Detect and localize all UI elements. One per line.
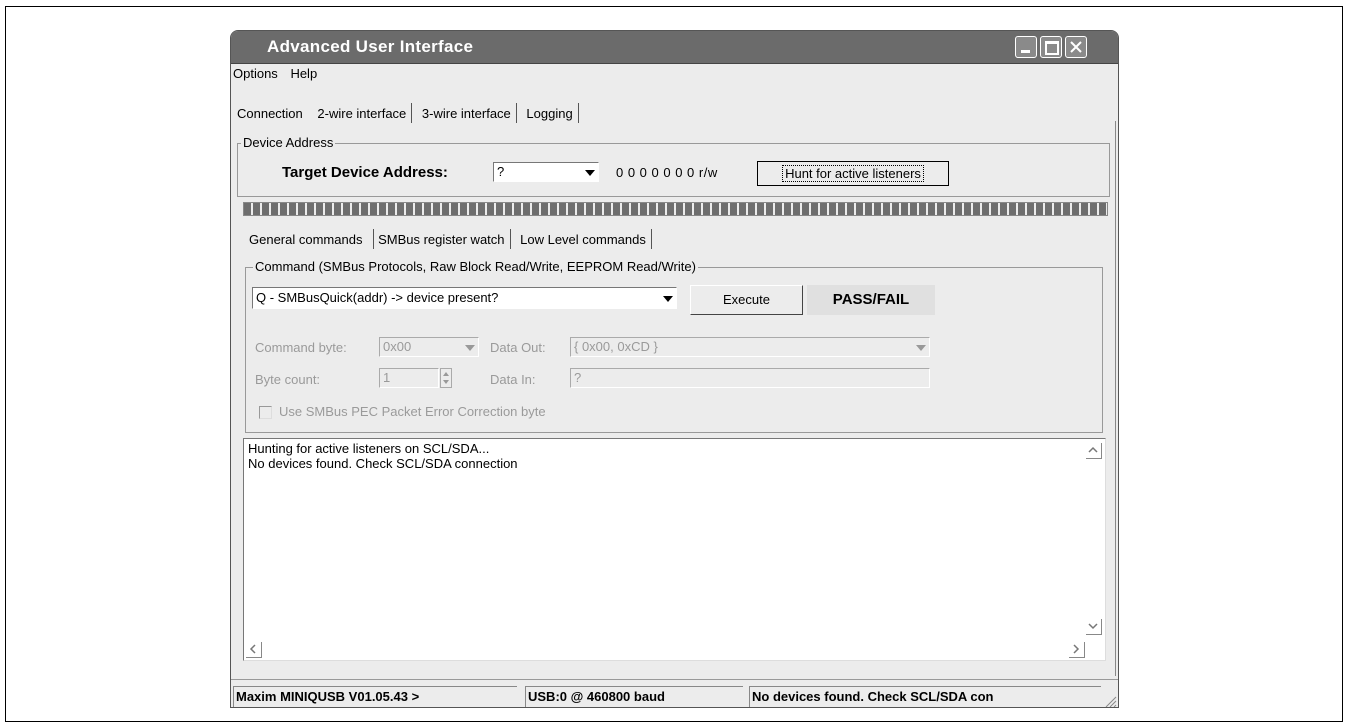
scroll-up-button[interactable] [1086,443,1102,459]
chevron-up-icon [1088,446,1098,453]
target-address-label: Target Device Address: [282,164,448,181]
data-in-value: ? [574,370,582,385]
command-select[interactable]: Q - SMBusQuick(addr) -> device present? [252,287,677,309]
hunt-listeners-button[interactable]: Hunt for active listeners [757,161,949,186]
data-out-value: { 0x00, 0xCD } [574,339,658,354]
data-in-label: Data In: [490,372,536,387]
top-tab-strip: Connection 2-wire interface 3-wire inter… [233,103,581,127]
data-out-label: Data Out: [490,340,546,355]
target-address-select[interactable]: ? [493,162,599,182]
log-output[interactable]: Hunting for active listeners on SCL/SDA.… [243,438,1106,661]
address-bits: 0 0 0 0 0 0 0 r/w [616,165,718,180]
menu-options[interactable]: Options [233,66,278,81]
window-title: Advanced User Interface [267,37,474,56]
execute-button[interactable]: Execute [690,285,803,315]
status-message: No devices found. Check SCL/SDA con [749,686,1101,707]
chevron-left-icon [249,644,256,654]
tab-logging[interactable]: Logging [522,103,579,123]
byte-count-value: 1 [383,370,391,385]
byte-count-label: Byte count: [255,372,321,387]
data-in-field[interactable]: ? [570,368,930,388]
tab-page-edge [1115,121,1116,676]
chevron-right-icon [1073,644,1080,654]
target-address-value: ? [497,164,505,179]
command-byte-select[interactable]: 0x00 [379,337,479,357]
tab-low-level-commands[interactable]: Low Level commands [516,229,652,249]
chevron-down-icon [582,164,596,180]
chevron-down-icon [1088,623,1098,630]
pec-label: Use SMBus PEC Packet Error Correction by… [279,404,546,419]
scroll-left-button[interactable] [246,642,262,658]
activity-progress-bar [243,202,1108,216]
command-select-value: Q - SMBusQuick(addr) -> device present? [256,290,499,305]
tab-connection[interactable]: Connection [233,103,308,123]
data-out-select[interactable]: { 0x00, 0xCD } [570,337,930,357]
title-bar: Advanced User Interface [231,31,1118,64]
tab-general-commands[interactable]: General commands [245,229,367,249]
command-byte-label: Command byte: [255,340,347,355]
minimize-button[interactable] [1015,36,1037,58]
chevron-down-icon [913,339,927,355]
tab-3-wire-interface[interactable]: 3-wire interface [418,103,517,123]
chevron-down-icon [462,339,476,355]
log-line: No devices found. Check SCL/SDA connecti… [248,456,518,471]
scroll-right-button[interactable] [1069,642,1085,658]
hunt-listeners-label: Hunt for active listeners [782,165,924,182]
close-button[interactable] [1065,36,1087,58]
chevron-down-icon [660,290,674,306]
pec-checkbox[interactable] [259,406,272,419]
command-byte-value: 0x00 [383,339,412,354]
tab-smbus-register-watch[interactable]: SMBus register watch [373,229,511,249]
status-bar: Maxim MINIQUSB V01.05.43 > USB:0 @ 46080… [231,679,1118,708]
app-window: Advanced User Interface Options Help Con… [230,30,1119,708]
inner-tab-strip: General commands SMBus register watch Lo… [245,229,654,249]
tab-2-wire-interface[interactable]: 2-wire interface [313,103,413,123]
menu-help[interactable]: Help [290,66,317,81]
menu-bar: Options Help [233,66,326,81]
device-address-legend: Device Address [241,135,336,150]
scroll-down-button[interactable] [1086,619,1102,635]
maximize-button[interactable] [1040,36,1062,58]
status-usb: USB:0 @ 460800 baud [525,686,743,707]
execute-label: Execute [723,292,770,307]
byte-count-input[interactable]: 1 [379,368,439,388]
log-line: Hunting for active listeners on SCL/SDA.… [248,441,490,456]
close-icon [1070,41,1082,53]
resize-grip-icon[interactable] [1103,694,1117,708]
status-device: Maxim MINIQUSB V01.05.43 > [233,686,517,707]
result-status: PASS/FAIL [807,285,935,315]
command-legend: Command (SMBus Protocols, Raw Block Read… [253,259,698,274]
byte-count-spinner[interactable] [440,368,452,388]
